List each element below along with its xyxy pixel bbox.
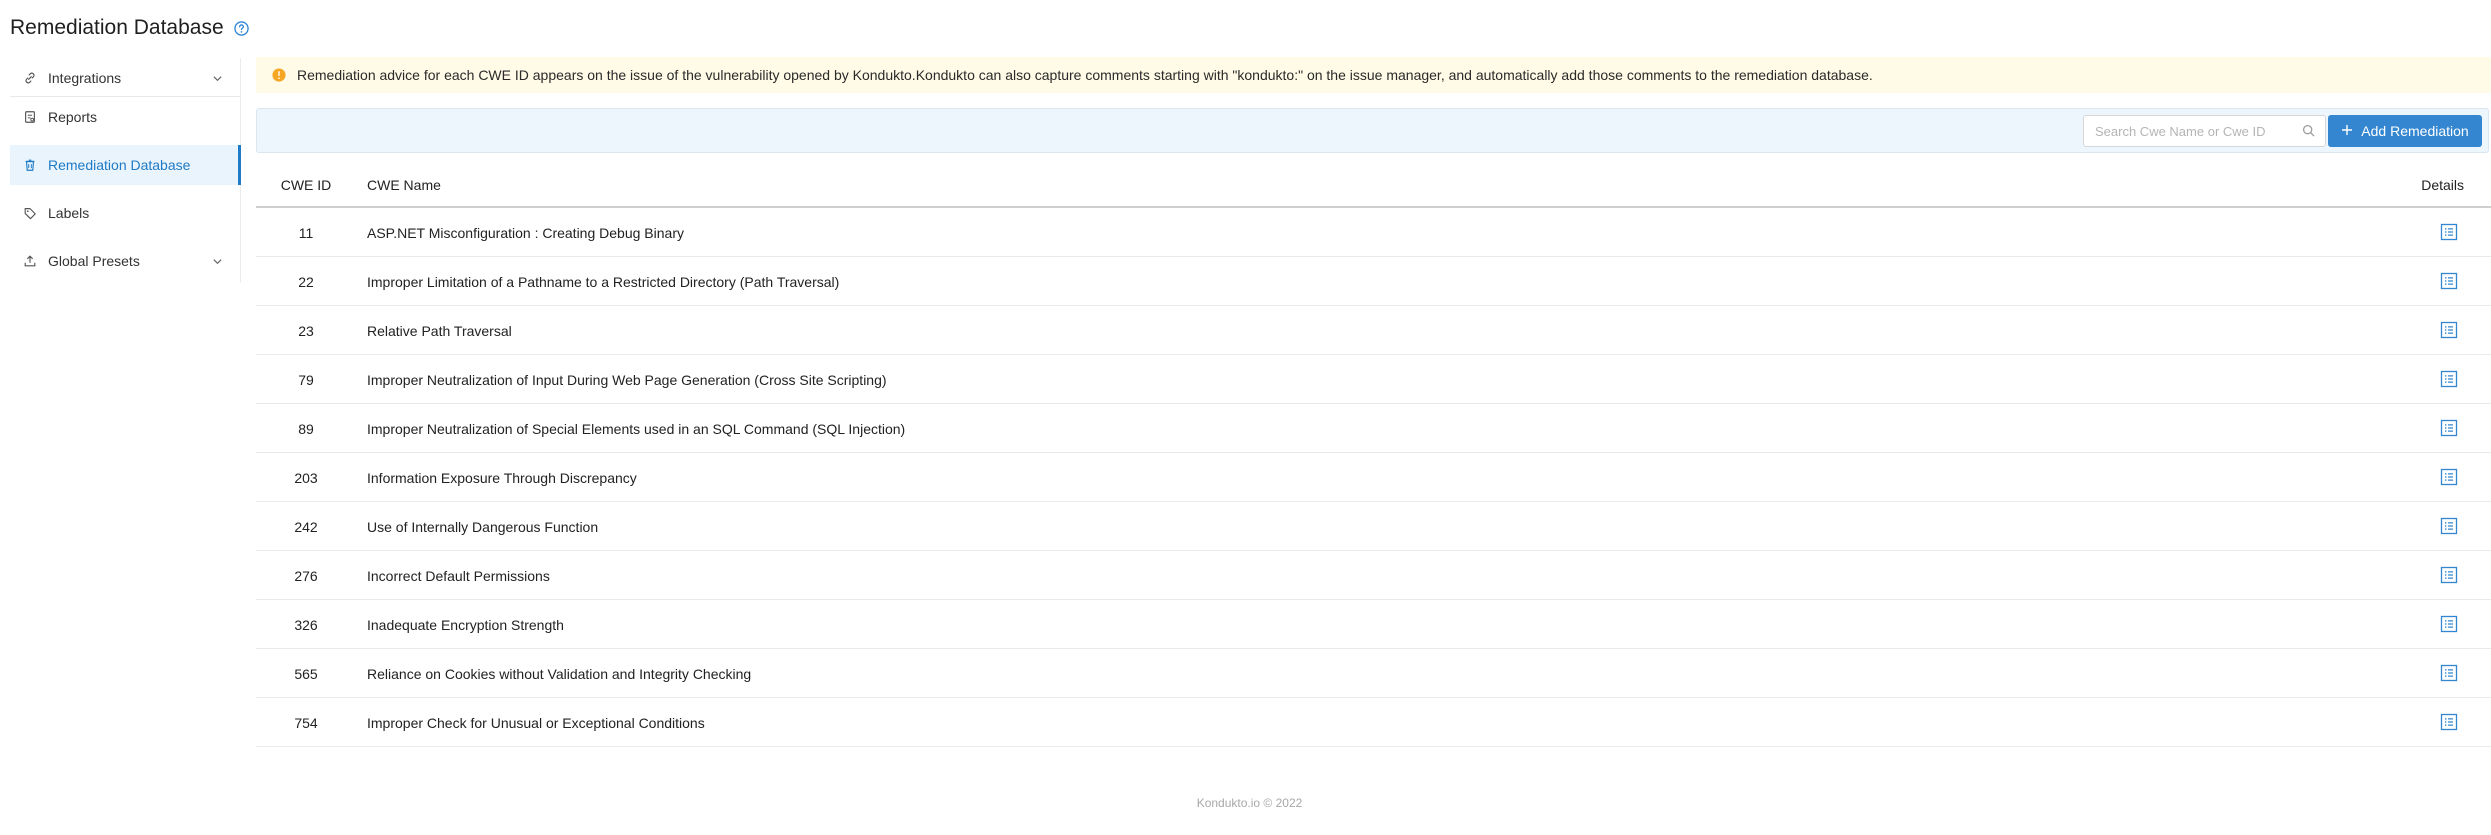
table-row[interactable]: 22 Improper Limitation of a Pathname to … <box>256 257 2491 306</box>
upload-icon <box>22 253 38 269</box>
cwe-id-cell: 23 <box>298 323 314 339</box>
info-alert: Remediation advice for each CWE ID appea… <box>256 57 2491 93</box>
cwe-id-cell: 565 <box>294 666 318 682</box>
search-input[interactable] <box>2084 117 2284 145</box>
alert-text: Remediation advice for each CWE ID appea… <box>297 67 1873 83</box>
trash-database-icon <box>22 157 38 173</box>
cwe-name-cell: Use of Internally Dangerous Function <box>367 519 599 535</box>
sidebar-item-remediation-database[interactable]: Remediation Database <box>10 145 241 185</box>
table-row[interactable]: 565 Reliance on Cookies without Validati… <box>256 649 2491 698</box>
chevron-down-icon <box>212 254 223 270</box>
report-icon <box>22 109 38 125</box>
footer: Kondukto.io © 2022 <box>0 796 2491 810</box>
table-row[interactable]: 754 Improper Check for Unusual or Except… <box>256 698 2491 747</box>
cwe-name-cell: Improper Check for Unusual or Exceptiona… <box>367 715 705 731</box>
details-icon[interactable] <box>2440 664 2458 682</box>
table-row[interactable]: 23 Relative Path Traversal <box>256 306 2491 355</box>
details-icon[interactable] <box>2440 370 2458 388</box>
sidebar-item-reports[interactable]: Reports <box>10 97 241 137</box>
details-icon[interactable] <box>2440 272 2458 290</box>
sidebar: Integrations Reports Remediation Databas… <box>10 58 241 283</box>
exclamation-circle-icon <box>272 68 286 82</box>
cwe-id-cell: 22 <box>298 274 314 290</box>
table-row[interactable]: 242 Use of Internally Dangerous Function <box>256 502 2491 551</box>
details-icon[interactable] <box>2440 468 2458 486</box>
details-icon[interactable] <box>2440 419 2458 437</box>
page: Remediation Database Integrations Report… <box>0 0 2491 835</box>
cwe-name-cell: Inadequate Encryption Strength <box>367 617 564 633</box>
sidebar-item-label: Reports <box>48 109 98 125</box>
chevron-down-icon <box>212 71 223 87</box>
cwe-id-cell: 276 <box>294 568 318 584</box>
cwe-id-cell: 79 <box>298 372 314 388</box>
sidebar-item-labels[interactable]: Labels <box>10 193 241 233</box>
table-row[interactable]: 11 ASP.NET Misconfiguration : Creating D… <box>256 208 2491 257</box>
add-remediation-button[interactable]: Add Remediation <box>2328 115 2482 147</box>
page-header: Remediation Database <box>10 12 249 44</box>
details-icon[interactable] <box>2440 615 2458 633</box>
table-row[interactable]: 276 Incorrect Default Permissions <box>256 551 2491 600</box>
question-circle-icon[interactable] <box>233 20 249 36</box>
search-box <box>2083 115 2326 147</box>
sidebar-item-label: Integrations <box>48 70 122 86</box>
table-header: CWE ID CWE Name Details <box>256 162 2491 208</box>
column-header-cwe-id[interactable]: CWE ID <box>256 177 356 193</box>
plus-icon <box>2341 123 2353 139</box>
cwe-id-cell: 242 <box>294 519 318 535</box>
remediation-table: CWE ID CWE Name Details 11 ASP.NET Misco… <box>256 162 2491 747</box>
copyright-text: Kondukto.io © 2022 <box>1196 796 1303 810</box>
search-icon[interactable] <box>2302 124 2315 142</box>
sidebar-item-label: Labels <box>48 205 90 221</box>
cwe-name-cell: Information Exposure Through Discrepancy <box>367 470 637 486</box>
cwe-name-cell: ASP.NET Misconfiguration : Creating Debu… <box>367 225 684 241</box>
cwe-id-cell: 11 <box>298 225 314 241</box>
details-icon[interactable] <box>2440 713 2458 731</box>
cwe-name-cell: Improper Limitation of a Pathname to a R… <box>367 274 840 290</box>
table-row[interactable]: 203 Information Exposure Through Discrep… <box>256 453 2491 502</box>
cwe-id-cell: 754 <box>294 715 318 731</box>
cwe-name-cell: Improper Neutralization of Input During … <box>367 372 887 388</box>
cwe-id-cell: 203 <box>294 470 318 486</box>
cwe-name-cell: Relative Path Traversal <box>367 323 512 339</box>
cwe-name-cell: Reliance on Cookies without Validation a… <box>367 666 752 682</box>
details-icon[interactable] <box>2440 517 2458 535</box>
table-row[interactable]: 326 Inadequate Encryption Strength <box>256 600 2491 649</box>
cwe-id-cell: 326 <box>294 617 318 633</box>
cwe-name-cell: Incorrect Default Permissions <box>367 568 550 584</box>
page-title: Remediation Database <box>10 16 224 39</box>
table-row[interactable]: 89 Improper Neutralization of Special El… <box>256 404 2491 453</box>
sidebar-item-global-presets[interactable]: Global Presets <box>10 241 241 281</box>
tag-icon <box>22 205 38 221</box>
details-icon[interactable] <box>2440 566 2458 584</box>
table-toolbar: Add Remediation <box>256 108 2489 153</box>
sidebar-item-label: Global Presets <box>48 253 140 269</box>
link-icon <box>22 70 38 86</box>
table-row[interactable]: 79 Improper Neutralization of Input Duri… <box>256 355 2491 404</box>
cwe-name-cell: Improper Neutralization of Special Eleme… <box>367 421 906 437</box>
sidebar-item-label: Remediation Database <box>48 157 191 173</box>
add-remediation-label: Add Remediation <box>2361 123 2469 139</box>
details-icon[interactable] <box>2440 321 2458 339</box>
column-header-details: Details <box>2421 177 2464 193</box>
cwe-id-cell: 89 <box>298 421 314 437</box>
details-icon[interactable] <box>2440 223 2458 241</box>
sidebar-item-integrations[interactable]: Integrations <box>10 58 241 98</box>
column-header-cwe-name[interactable]: CWE Name <box>367 177 441 193</box>
